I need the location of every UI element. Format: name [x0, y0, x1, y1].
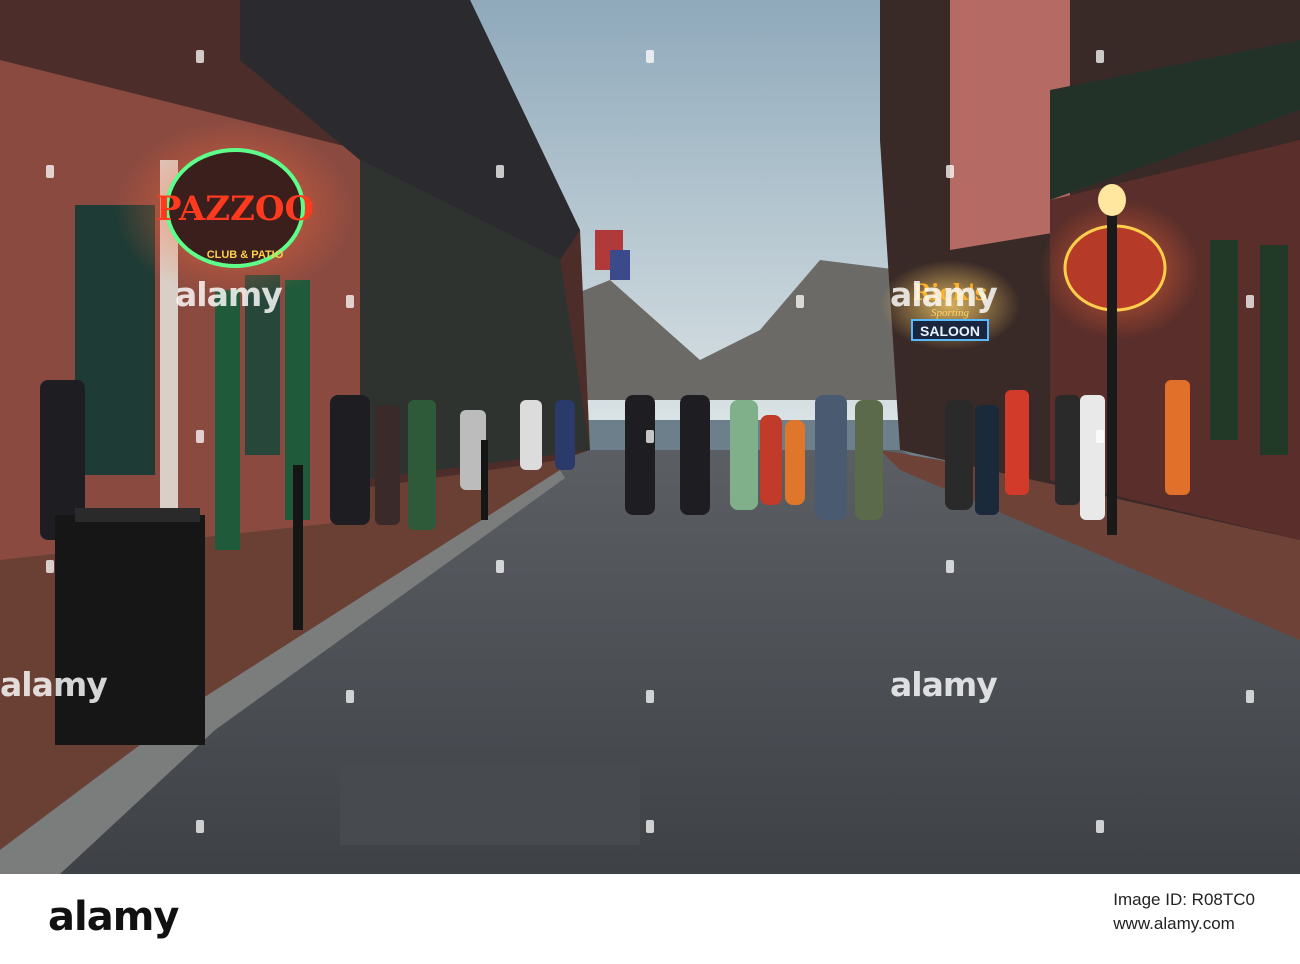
footer-bar: alamy Image ID: R08TC0 www.alamy.com — [0, 874, 1300, 964]
watermark-dot — [1246, 295, 1254, 308]
shutter — [1210, 240, 1238, 440]
watermark-text: alamy — [890, 275, 998, 314]
watermark-dot — [946, 165, 954, 178]
footer-logo: alamy — [48, 894, 179, 940]
watermark-dot — [1246, 690, 1254, 703]
watermark-dot — [646, 820, 654, 833]
bollard — [481, 440, 488, 520]
watermark-dot — [946, 560, 954, 573]
trash-can — [55, 515, 205, 745]
image-id: Image ID: R08TC0 — [1113, 890, 1255, 909]
flag — [610, 250, 630, 280]
sign-saloon: SALOON — [920, 323, 980, 339]
bollard — [293, 465, 303, 630]
shutter — [1260, 245, 1288, 455]
watermark-dot — [46, 560, 54, 573]
watermark-dot — [496, 560, 504, 573]
watermark-dot — [1096, 50, 1104, 63]
watermark-dot — [346, 690, 354, 703]
watermark-dot — [46, 165, 54, 178]
site-url: www.alamy.com — [1113, 914, 1235, 933]
watermark-dot — [196, 820, 204, 833]
watermark-dot — [346, 295, 354, 308]
shop-door — [215, 290, 240, 550]
watermark-text: alamy — [890, 665, 998, 704]
watermark-dot — [646, 50, 654, 63]
watermark-dot — [496, 165, 504, 178]
street-photo: PAZZOO CLUB & PATIO Rick's Sporting SALO… — [0, 0, 1300, 874]
watermark-text: alamy — [175, 275, 283, 314]
watermark-text: alamy — [0, 665, 108, 704]
watermark-dot — [646, 690, 654, 703]
watermark-dot — [196, 50, 204, 63]
watermark-dot — [646, 430, 654, 443]
watermark-dot — [1096, 430, 1104, 443]
sign-club-patio: CLUB & PATIO — [207, 249, 284, 261]
lamp-post — [1107, 200, 1117, 535]
watermark-dot — [1096, 820, 1104, 833]
sign-pat-o: PAZZOO — [156, 189, 314, 229]
road-patch — [340, 765, 640, 845]
footer-info: Image ID: R08TC0 www.alamy.com — [1113, 888, 1255, 936]
watermark-dot — [196, 430, 204, 443]
watermark-dot — [796, 295, 804, 308]
